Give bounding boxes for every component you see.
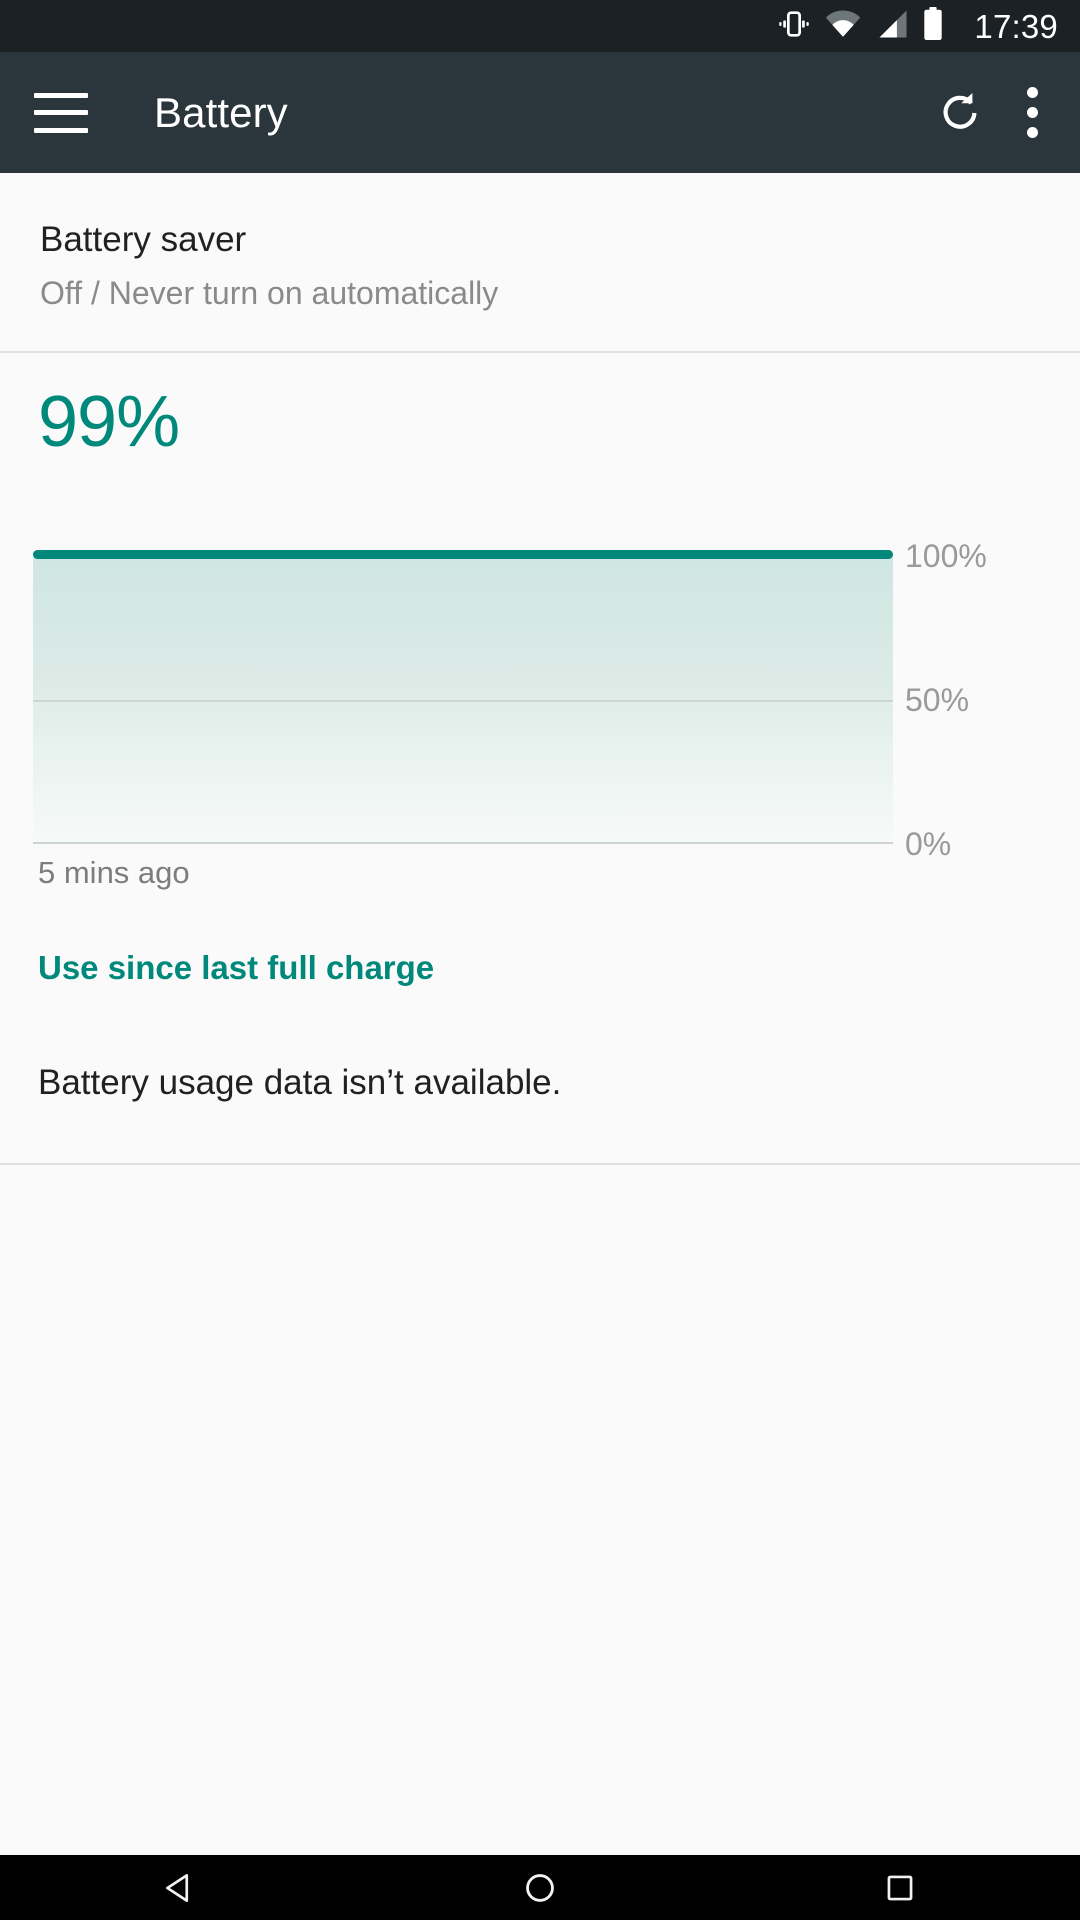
refresh-icon[interactable] [936,89,984,137]
chart-ytick-0: 0% [905,825,952,862]
content-area: Battery saver Off / Never turn on automa… [0,173,1080,1855]
chart-ytick-100: 100% [905,537,987,574]
chart-y-axis-labels: 100% 50% 0% [905,540,1065,860]
status-bar-clock: 17:39 [974,7,1058,45]
wifi-icon [825,9,861,44]
cellular-signal-icon [875,9,908,44]
battery-saver-title: Battery saver [40,220,247,259]
battery-percentage: 99% [38,381,180,462]
battery-settings-screen: 17:39 Battery Battery saver Off / Never … [0,0,1080,1920]
battery-saver-item[interactable]: Battery saver Off / Never turn on automa… [0,173,1080,351]
battery-full-icon [922,7,944,45]
battery-history-chart: 100% 50% 0% [0,508,1080,860]
chart-plot-area [33,549,893,844]
app-bar: Battery [0,52,1080,173]
page-title: Battery [154,88,288,136]
hamburger-menu-icon[interactable] [34,92,88,133]
home-circle-icon[interactable] [440,1855,640,1920]
vibrate-icon [777,7,811,46]
back-triangle-icon[interactable] [80,1855,280,1920]
system-navigation-bar [0,1855,1080,1920]
recents-square-icon[interactable] [800,1855,1000,1920]
battery-usage-message: Battery usage data isn’t available. [38,1063,562,1103]
app-bar-actions [936,83,1080,142]
use-since-last-full-charge-link[interactable]: Use since last full charge [0,890,434,986]
battery-saver-summary: Off / Never turn on automatically [40,274,499,311]
divider-below-message [0,1162,1080,1165]
chart-axis-baseline [33,841,893,844]
chart-series-line [33,549,893,559]
status-bar-icons: 17:39 [777,7,1058,46]
status-bar: 17:39 [0,0,1080,52]
overflow-menu-icon[interactable] [1020,83,1044,142]
chart-gridline-50 [33,699,893,702]
chart-ytick-50: 50% [905,681,970,718]
